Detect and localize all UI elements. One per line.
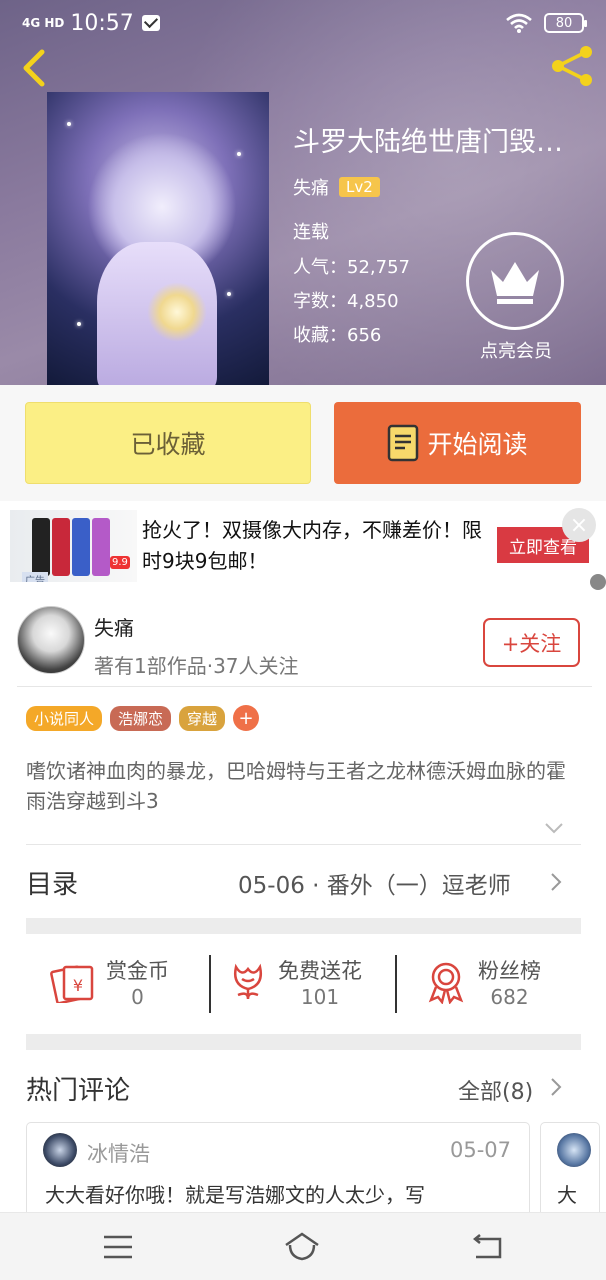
flower-icon — [234, 963, 262, 1000]
book-author[interactable]: 失痛 — [293, 174, 329, 200]
home-icon[interactable] — [284, 1231, 320, 1263]
network-indicator: 4G HD — [22, 16, 65, 30]
stat-value: 101 — [300, 985, 340, 1009]
book-popularity: 人气：52,757 — [293, 253, 410, 279]
vip-label[interactable]: 点亮会员 — [464, 337, 568, 363]
all-comments-link[interactable]: 全部(8) — [458, 1074, 533, 1106]
stat-label: 免费送花 — [278, 959, 362, 983]
ad-price-tag: 9.9 — [110, 556, 130, 569]
words-label: 字数： — [293, 291, 347, 312]
comment-text: 大大看好你哦！就是写浩娜文的人太少，写 — [45, 1183, 425, 1207]
cover-art-lamp — [147, 282, 207, 342]
stat-free-flowers[interactable]: 免费送花 101 — [228, 955, 362, 1009]
favorites-value: 656 — [347, 325, 382, 346]
comment-text: 大 — [557, 1183, 577, 1207]
menu-icon[interactable] — [100, 1231, 136, 1263]
toc-label[interactable]: 目录 — [26, 864, 78, 901]
stat-tip-coins[interactable]: ¥ 赏金币 0 — [50, 955, 169, 1009]
toc-latest-chapter[interactable]: 05-06 · 番外（一）逗老师 — [238, 866, 511, 900]
section-separator — [26, 1034, 581, 1050]
collected-button[interactable]: 已收藏 — [25, 402, 311, 484]
cover-star — [67, 122, 71, 126]
section-separator — [26, 918, 581, 934]
status-time: 10:57 — [70, 10, 134, 36]
stat-label: 粉丝榜 — [478, 959, 541, 983]
author-name[interactable]: 失痛 — [94, 612, 134, 641]
crown-icon — [491, 262, 539, 304]
stat-divider — [395, 955, 397, 1013]
back-icon[interactable] — [470, 1231, 506, 1263]
words-value: 4,850 — [347, 291, 399, 312]
cover-star — [227, 292, 231, 296]
svg-text:¥: ¥ — [73, 976, 83, 995]
message-icon — [141, 15, 160, 31]
stat-value: 0 — [131, 985, 144, 1009]
chevron-right-icon[interactable] — [548, 872, 564, 892]
ad-phone — [52, 518, 70, 576]
popularity-label: 人气： — [293, 257, 347, 278]
start-reading-button[interactable]: 开始阅读 — [334, 402, 581, 484]
stat-divider — [209, 955, 211, 1013]
chevron-right-icon[interactable] — [548, 1077, 564, 1097]
system-nav-bar — [0, 1212, 606, 1280]
book-favorites: 收藏：656 — [293, 321, 381, 347]
tag-chip[interactable]: 浩娜恋 — [110, 705, 172, 731]
book-header: 斗罗大陆绝世唐门毁… 失痛 Lv2 连载 人气：52,757 字数：4,850 … — [0, 0, 606, 385]
ad-phone — [92, 518, 110, 576]
favorites-label: 收藏： — [293, 325, 347, 346]
ad-text[interactable]: 抢火了！双摄像大内存，不赚差价！限时9块9包邮！ — [142, 515, 482, 577]
book-word-count: 字数：4,850 — [293, 287, 399, 313]
chevron-down-icon[interactable] — [544, 818, 564, 838]
follow-button[interactable]: +关注 — [483, 618, 580, 667]
book-status: 连载 — [293, 222, 329, 243]
book-description: 嗜饮诸神血肉的暴龙，巴哈姆特与王者之龙林德沃姆血脉的霍雨浩穿越到斗3 — [26, 759, 566, 813]
author-avatar[interactable] — [17, 606, 85, 674]
ad-image[interactable]: 9.9 广告 — [10, 510, 137, 582]
book-title: 斗罗大陆绝世唐门毁… — [293, 127, 563, 158]
ad-badge: 广告 — [22, 572, 48, 582]
hot-comments-title: 热门评论 — [26, 1076, 131, 1106]
book-cover[interactable] — [47, 92, 269, 385]
divider — [26, 844, 581, 845]
ad-choices-icon[interactable] — [590, 574, 606, 590]
commenter-name[interactable]: 冰情浩 — [87, 1138, 150, 1168]
author-level-badge: Lv2 — [339, 177, 380, 197]
vip-crown-button[interactable] — [466, 232, 564, 330]
ad-close-button[interactable]: × — [562, 508, 596, 542]
ad-phone — [32, 518, 50, 576]
back-arrow-icon[interactable] — [14, 46, 58, 90]
status-bar: 4G HD 10:57 80 — [0, 0, 606, 46]
popularity-value: 52,757 — [347, 257, 410, 278]
book-author-row: 失痛 Lv2 — [293, 174, 380, 200]
book-icon — [388, 424, 419, 462]
stat-value: 682 — [490, 985, 529, 1009]
stat-fan-ranking[interactable]: 粉丝榜 682 — [424, 955, 541, 1009]
add-tag-button[interactable]: + — [233, 705, 260, 731]
start-reading-label: 开始阅读 — [427, 430, 528, 459]
author-subtitle: 著有1部作品·37人关注 — [94, 654, 299, 678]
commenter-avatar[interactable] — [557, 1133, 591, 1167]
share-icon[interactable] — [548, 44, 596, 88]
tag-chip[interactable]: 小说同人 — [26, 705, 103, 731]
medal-icon — [428, 962, 464, 1004]
comment-date: 05-07 — [449, 1138, 511, 1162]
tag-chip[interactable]: 穿越 — [179, 705, 226, 731]
commenter-avatar[interactable] — [43, 1133, 77, 1167]
cover-star — [77, 322, 81, 326]
tag-list: 小说同人 浩娜恋 穿越 + — [26, 705, 260, 731]
wifi-icon — [506, 13, 532, 33]
cover-star — [237, 152, 241, 156]
divider — [17, 686, 592, 687]
red-envelope-icon: ¥ — [50, 965, 94, 1003]
ad-phone — [72, 518, 90, 576]
stat-label: 赏金币 — [106, 959, 169, 983]
battery-indicator: 80 — [544, 13, 587, 33]
